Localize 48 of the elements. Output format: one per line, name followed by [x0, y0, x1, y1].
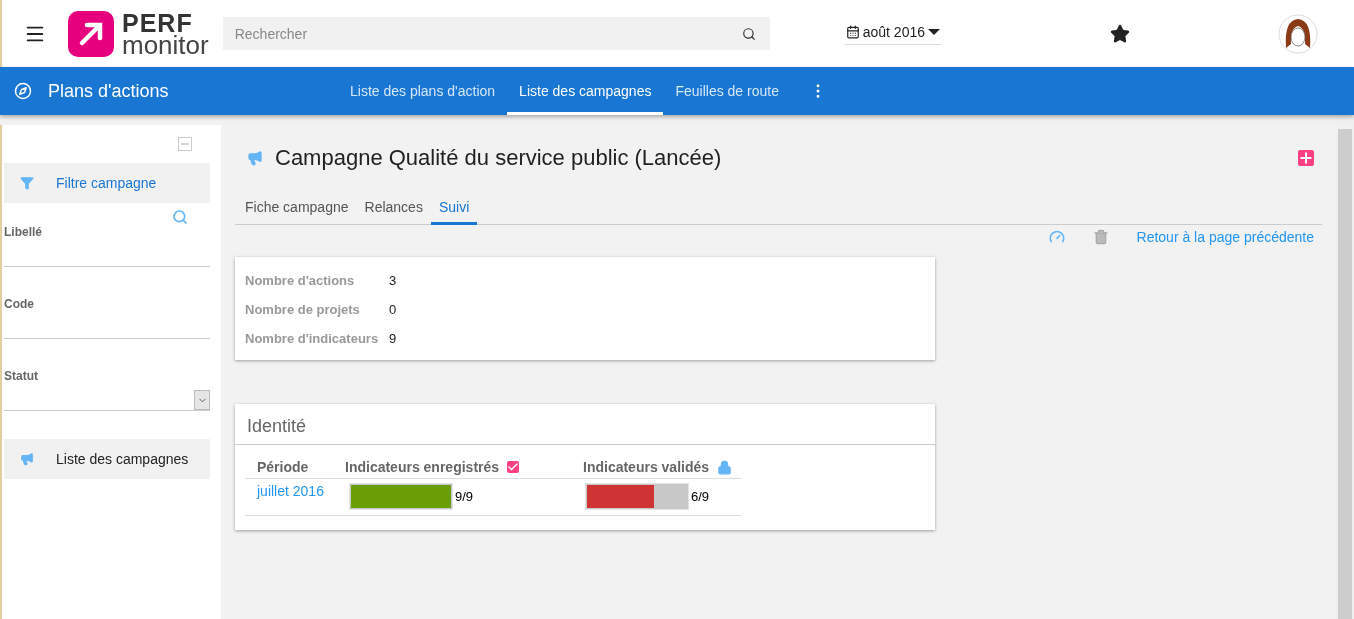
caret-icon [928, 29, 940, 35]
tab[interactable]: Relances [356, 193, 431, 225]
stat-label: Nombre d'indicateurs [245, 331, 380, 346]
stat-label: Nombre de projets [245, 302, 361, 317]
collapse-icon[interactable] [178, 137, 192, 151]
filter-icon [20, 176, 34, 190]
column-header: Indicateurs enregistrés [333, 459, 571, 479]
stat-value: 3 [389, 273, 398, 288]
field-label: Libellé [4, 225, 43, 239]
section-title: Plans d'actions [48, 80, 170, 102]
gauge-icon[interactable] [1048, 229, 1065, 245]
stat-value: 0 [389, 302, 398, 317]
tab[interactable]: Fiche campagne [237, 193, 357, 225]
add-icon[interactable] [1298, 150, 1314, 166]
calendar-icon [845, 25, 860, 39]
filter-header[interactable]: Filtre campagne [4, 163, 210, 203]
column-header: Indicateurs validés [571, 459, 741, 479]
card-title: Identité [235, 404, 935, 445]
stat-label: Nombre d'actions [245, 273, 356, 288]
field-label: Code [4, 297, 35, 311]
period-dropdown[interactable]: août 2016 [843, 22, 942, 45]
nav-tab[interactable]: Liste des plans d'action [338, 67, 508, 115]
stat-value: 9 [389, 331, 398, 346]
select-field[interactable] [4, 387, 210, 411]
logo-text: PERF [122, 11, 193, 34]
avatar-icon[interactable] [1278, 13, 1318, 54]
search-icon[interactable] [741, 27, 756, 41]
field-label: Statut [4, 369, 39, 383]
period-link[interactable]: juillet 2016 [257, 483, 324, 499]
sidebar-link[interactable]: Liste des campagnes [4, 439, 210, 479]
lock-icon [717, 459, 733, 475]
logo-subtext: monitor [122, 33, 209, 56]
check-icon [507, 461, 520, 473]
column-header: Période [245, 459, 333, 479]
compass-icon [14, 82, 32, 100]
back-link[interactable]: Retour à la page précédente [1136, 229, 1314, 245]
tab[interactable]: Suivi [430, 193, 478, 225]
megaphone-icon [247, 150, 263, 166]
trash-icon[interactable] [1092, 229, 1109, 245]
progress-reading: 9/9 [455, 489, 474, 504]
star-icon[interactable] [1110, 23, 1130, 44]
page-title: Campagne Qualité du service public (Lancée) [275, 145, 723, 171]
search-field[interactable]: Rechercher [222, 17, 770, 50]
megaphone-icon [20, 452, 34, 466]
logo-icon [68, 10, 114, 57]
progress-reading: 6/9 [691, 489, 710, 504]
nav-tab[interactable]: Feuilles de route [663, 67, 791, 115]
nav-tab[interactable]: Liste des campagnes [507, 67, 664, 115]
